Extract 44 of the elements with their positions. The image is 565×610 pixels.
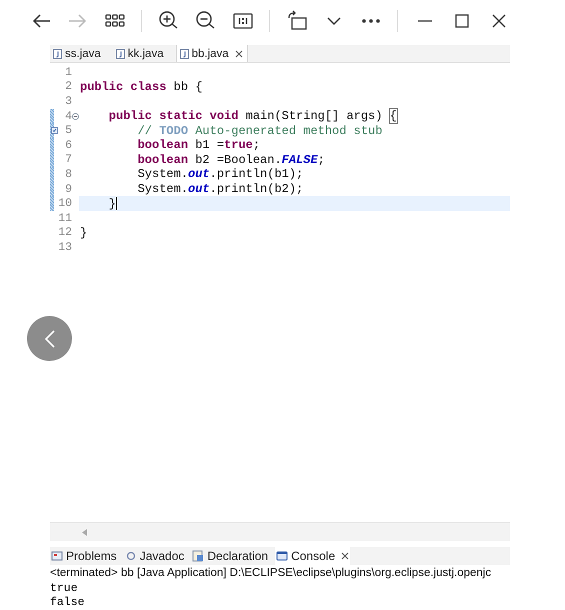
editor-tab[interactable]: ss.java: [50, 45, 113, 62]
code-line: System.out.println(b2);: [136, 182, 304, 196]
close-icon[interactable]: [341, 552, 350, 560]
code-line: }: [79, 226, 88, 240]
code-line: // TODO Auto-generated method stub: [136, 124, 382, 138]
close-icon[interactable]: [234, 50, 243, 58]
javadoc-view-icon: [124, 550, 137, 562]
line-number: 7: [64, 153, 72, 166]
java-file-icon: [53, 48, 62, 58]
code-line: public class bb {: [79, 80, 202, 94]
panel-tab[interactable]: Javadoc: [124, 547, 186, 565]
line-number: 4: [64, 110, 72, 123]
code-line: boolean b2 =Boolean.FALSE;: [136, 152, 325, 167]
code-line: }: [108, 196, 116, 211]
java-file-icon: [180, 48, 189, 58]
java-file-icon: [116, 48, 125, 58]
line-number: 12: [57, 226, 72, 240]
horizontal-scrollbar[interactable]: [50, 522, 510, 541]
line-number: 3: [64, 94, 72, 108]
panel-tab[interactable]: Problems: [50, 547, 118, 565]
line-number: 5: [64, 124, 72, 138]
line-number: 8: [64, 168, 72, 181]
line-number: 2: [64, 80, 72, 94]
code-line: boolean b1 =true;: [136, 138, 260, 152]
declaration-view-icon: [192, 550, 204, 562]
chevron-left-icon: [44, 328, 56, 348]
console-output: true: [50, 582, 79, 596]
panel-tab[interactable]: Console: [275, 547, 350, 565]
code-line: System.out.println(b1);: [136, 167, 304, 182]
line-number: 10: [57, 197, 72, 210]
console-view-icon: [276, 550, 288, 562]
line-number: 13: [57, 240, 72, 254]
editor-tab[interactable]: bb.java: [176, 45, 248, 62]
previous-button[interactable]: [27, 316, 72, 361]
editor-tab[interactable]: kk.java: [112, 45, 176, 62]
text-cursor: [116, 197, 118, 210]
line-number: 9: [64, 182, 72, 196]
line-number: 11: [57, 212, 72, 225]
fold-icon[interactable]: [72, 112, 79, 120]
line-number: 6: [64, 138, 72, 152]
console-output: false: [50, 596, 86, 610]
code-line: public static void main(String[] args) {: [108, 109, 397, 124]
line-number: 1: [64, 66, 72, 79]
panel-tab[interactable]: Declaration: [191, 547, 270, 565]
